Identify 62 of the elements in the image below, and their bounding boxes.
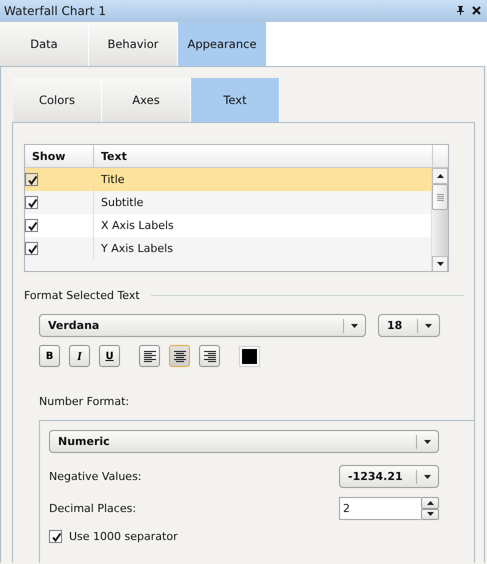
caret-icon bbox=[351, 324, 358, 328]
field-label: Decimal Places: bbox=[49, 502, 136, 515]
align-left-button[interactable] bbox=[139, 345, 160, 367]
show-checkbox[interactable] bbox=[25, 242, 38, 255]
caret-icon bbox=[424, 474, 431, 478]
check-icon bbox=[26, 220, 37, 231]
scrollbar[interactable] bbox=[431, 168, 448, 271]
separator-checkbox[interactable] bbox=[49, 530, 62, 543]
align-right-icon bbox=[204, 350, 216, 362]
check-icon bbox=[26, 174, 37, 185]
align-right-button[interactable] bbox=[199, 345, 220, 367]
caret-icon bbox=[426, 512, 434, 516]
align-left-icon bbox=[144, 350, 156, 362]
checkbox-label: Use 1000 separator bbox=[69, 530, 178, 543]
field-label: Negative Values: bbox=[49, 470, 142, 483]
scroll-thumb[interactable] bbox=[432, 184, 448, 210]
check-icon bbox=[26, 243, 37, 254]
column-header[interactable]: Show bbox=[25, 145, 94, 167]
number-format-dropdown[interactable]: Numeric bbox=[49, 430, 439, 453]
grid-cell-text: Y Axis Labels bbox=[100, 241, 173, 257]
grid-row[interactable]: Title bbox=[25, 168, 431, 191]
column-header[interactable]: Text bbox=[94, 145, 433, 167]
underline-button[interactable]: U bbox=[99, 345, 120, 367]
caret-icon bbox=[436, 262, 444, 266]
check-icon bbox=[50, 531, 61, 542]
section-heading: Format Selected Text bbox=[24, 289, 140, 302]
grid-cell-text: Title bbox=[100, 172, 125, 188]
caret-icon bbox=[424, 440, 431, 444]
up-arrow-icon bbox=[436, 174, 444, 178]
pin-icon[interactable] bbox=[456, 6, 464, 15]
spin-up-button[interactable] bbox=[421, 497, 439, 508]
tab[interactable]: Axes bbox=[102, 78, 191, 122]
negative-values-dropdown[interactable]: -1234.21 bbox=[339, 465, 439, 488]
size-dropdown[interactable]: 18 bbox=[378, 314, 440, 337]
grid-row[interactable]: X Axis Labels bbox=[25, 214, 431, 237]
align-center-icon bbox=[174, 350, 186, 362]
scroll-up-button[interactable] bbox=[432, 168, 448, 184]
field-label: Number Format: bbox=[39, 395, 130, 408]
grip-icon bbox=[436, 194, 444, 200]
window-title: Waterfall Chart 1 bbox=[4, 4, 107, 18]
caret-icon bbox=[425, 324, 432, 328]
bold-button[interactable]: B bbox=[39, 345, 60, 367]
decimal-places-field[interactable]: 2 bbox=[339, 497, 421, 520]
close-icon[interactable] bbox=[472, 6, 481, 15]
tab[interactable]: Colors bbox=[13, 78, 102, 122]
up-arrow-icon bbox=[426, 500, 434, 505]
italic-button[interactable]: I bbox=[69, 345, 90, 367]
font-dropdown[interactable]: Verdana bbox=[39, 314, 366, 337]
spin-down-button[interactable] bbox=[421, 508, 439, 520]
color-picker[interactable] bbox=[239, 346, 260, 366]
show-checkbox[interactable] bbox=[25, 219, 38, 232]
check-icon bbox=[26, 197, 37, 208]
grid-cell-text: Subtitle bbox=[100, 195, 144, 211]
show-checkbox[interactable] bbox=[25, 196, 38, 209]
show-checkbox[interactable] bbox=[25, 173, 38, 186]
scroll-down-button[interactable] bbox=[432, 256, 448, 271]
tab[interactable]: Behavior bbox=[89, 22, 178, 66]
grid-cell-text: X Axis Labels bbox=[100, 218, 174, 234]
tab[interactable]: Data bbox=[0, 22, 89, 66]
tab[interactable]: Appearance bbox=[178, 22, 267, 66]
tab[interactable]: Text bbox=[191, 78, 280, 122]
align-center-button[interactable] bbox=[169, 345, 190, 367]
